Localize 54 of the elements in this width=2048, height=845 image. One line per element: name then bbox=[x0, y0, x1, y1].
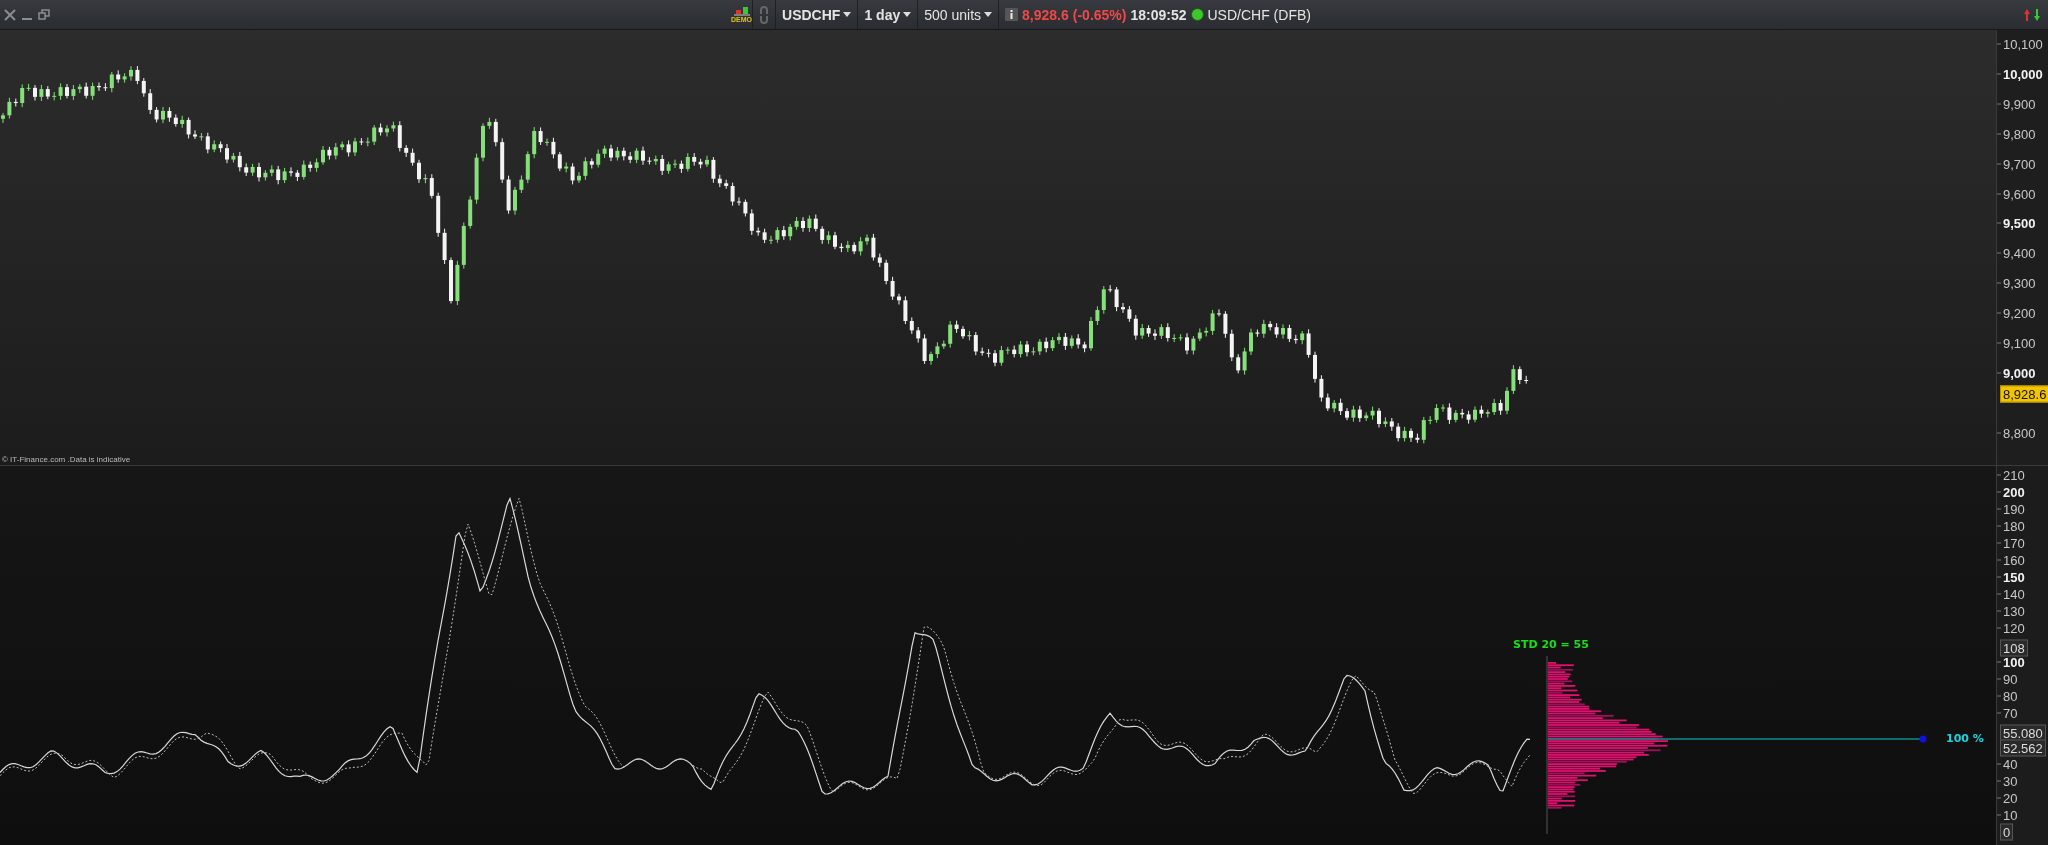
axis-label: 190 bbox=[2003, 501, 2025, 517]
axis-label: 9,200 bbox=[2003, 305, 2036, 321]
axis-label: 160 bbox=[2003, 552, 2025, 568]
axis-label: 9,500 bbox=[2003, 215, 2036, 231]
axis-label: 20 bbox=[2003, 790, 2018, 806]
axis-label: 150 bbox=[2003, 569, 2025, 585]
axis-label: 9,700 bbox=[2003, 156, 2036, 172]
quantity-dropdown[interactable]: 500 units bbox=[924, 6, 993, 23]
axis-label: 210 bbox=[2003, 467, 2025, 483]
info-icon[interactable] bbox=[1005, 8, 1019, 21]
axis-label: 9,400 bbox=[2003, 245, 2036, 261]
axis-value-label: 52.562 bbox=[2000, 739, 2046, 757]
credit-text: © IT-Finance.com .Data is indicative bbox=[2, 455, 131, 464]
axis-label: 10,000 bbox=[2003, 66, 2043, 82]
axis-label: 90 bbox=[2003, 671, 2018, 687]
restore-icon[interactable] bbox=[38, 9, 50, 20]
axis-label: 130 bbox=[2003, 603, 2025, 619]
axis-label: 120 bbox=[2003, 620, 2025, 636]
axis-label: 10,100 bbox=[2003, 36, 2043, 52]
axis-label: 80 bbox=[2003, 688, 2018, 704]
axis-label: 170 bbox=[2003, 535, 2025, 551]
axis-label: 140 bbox=[2003, 586, 2025, 602]
axis-label: 70 bbox=[2003, 705, 2018, 721]
axis-label: 9,800 bbox=[2003, 126, 2036, 142]
refresh-arrows-icon[interactable] bbox=[2024, 6, 2040, 23]
indicator-label: STD 20 = 55 bbox=[1513, 638, 1589, 651]
axis-value-label: 108 bbox=[2000, 639, 2028, 657]
axis-label: 10 bbox=[2003, 807, 2018, 823]
axis-label: 200 bbox=[2003, 484, 2025, 500]
period-dropdown[interactable]: 1 day bbox=[864, 6, 912, 23]
instrument-name: USD/CHF (DFB) bbox=[1207, 6, 1311, 23]
caret-icon bbox=[984, 12, 993, 17]
axis-label: 40 bbox=[2003, 756, 2018, 772]
axis-label: 9,000 bbox=[2003, 365, 2036, 381]
change-text: (-0.65%) bbox=[1072, 6, 1127, 23]
axis-label: 30 bbox=[2003, 773, 2018, 789]
axis-value-label: 0 bbox=[2000, 823, 2014, 841]
symbol-dropdown[interactable]: USDCHF bbox=[782, 6, 852, 23]
caret-icon bbox=[903, 12, 912, 17]
close-icon[interactable] bbox=[4, 8, 16, 21]
level-label: 100 % bbox=[1946, 732, 1984, 745]
link-icon[interactable] bbox=[759, 4, 770, 25]
time-text: 18:09:52 bbox=[1130, 6, 1187, 23]
axis-label: 100 bbox=[2003, 654, 2025, 670]
caret-icon bbox=[843, 12, 852, 17]
axis-label: 9,300 bbox=[2003, 275, 2036, 291]
axis-label: 9,600 bbox=[2003, 186, 2036, 201]
chart-bars-icon bbox=[733, 6, 750, 16]
axis-label: 8,800 bbox=[2003, 425, 2036, 441]
price-text: 8,928.6 bbox=[1022, 6, 1069, 23]
axis-label: 9,900 bbox=[2003, 96, 2036, 112]
axis-label: 9,100 bbox=[2003, 335, 2036, 351]
axis-label: 180 bbox=[2003, 518, 2025, 534]
last-price-label: 8,928.6 bbox=[2000, 385, 2048, 403]
